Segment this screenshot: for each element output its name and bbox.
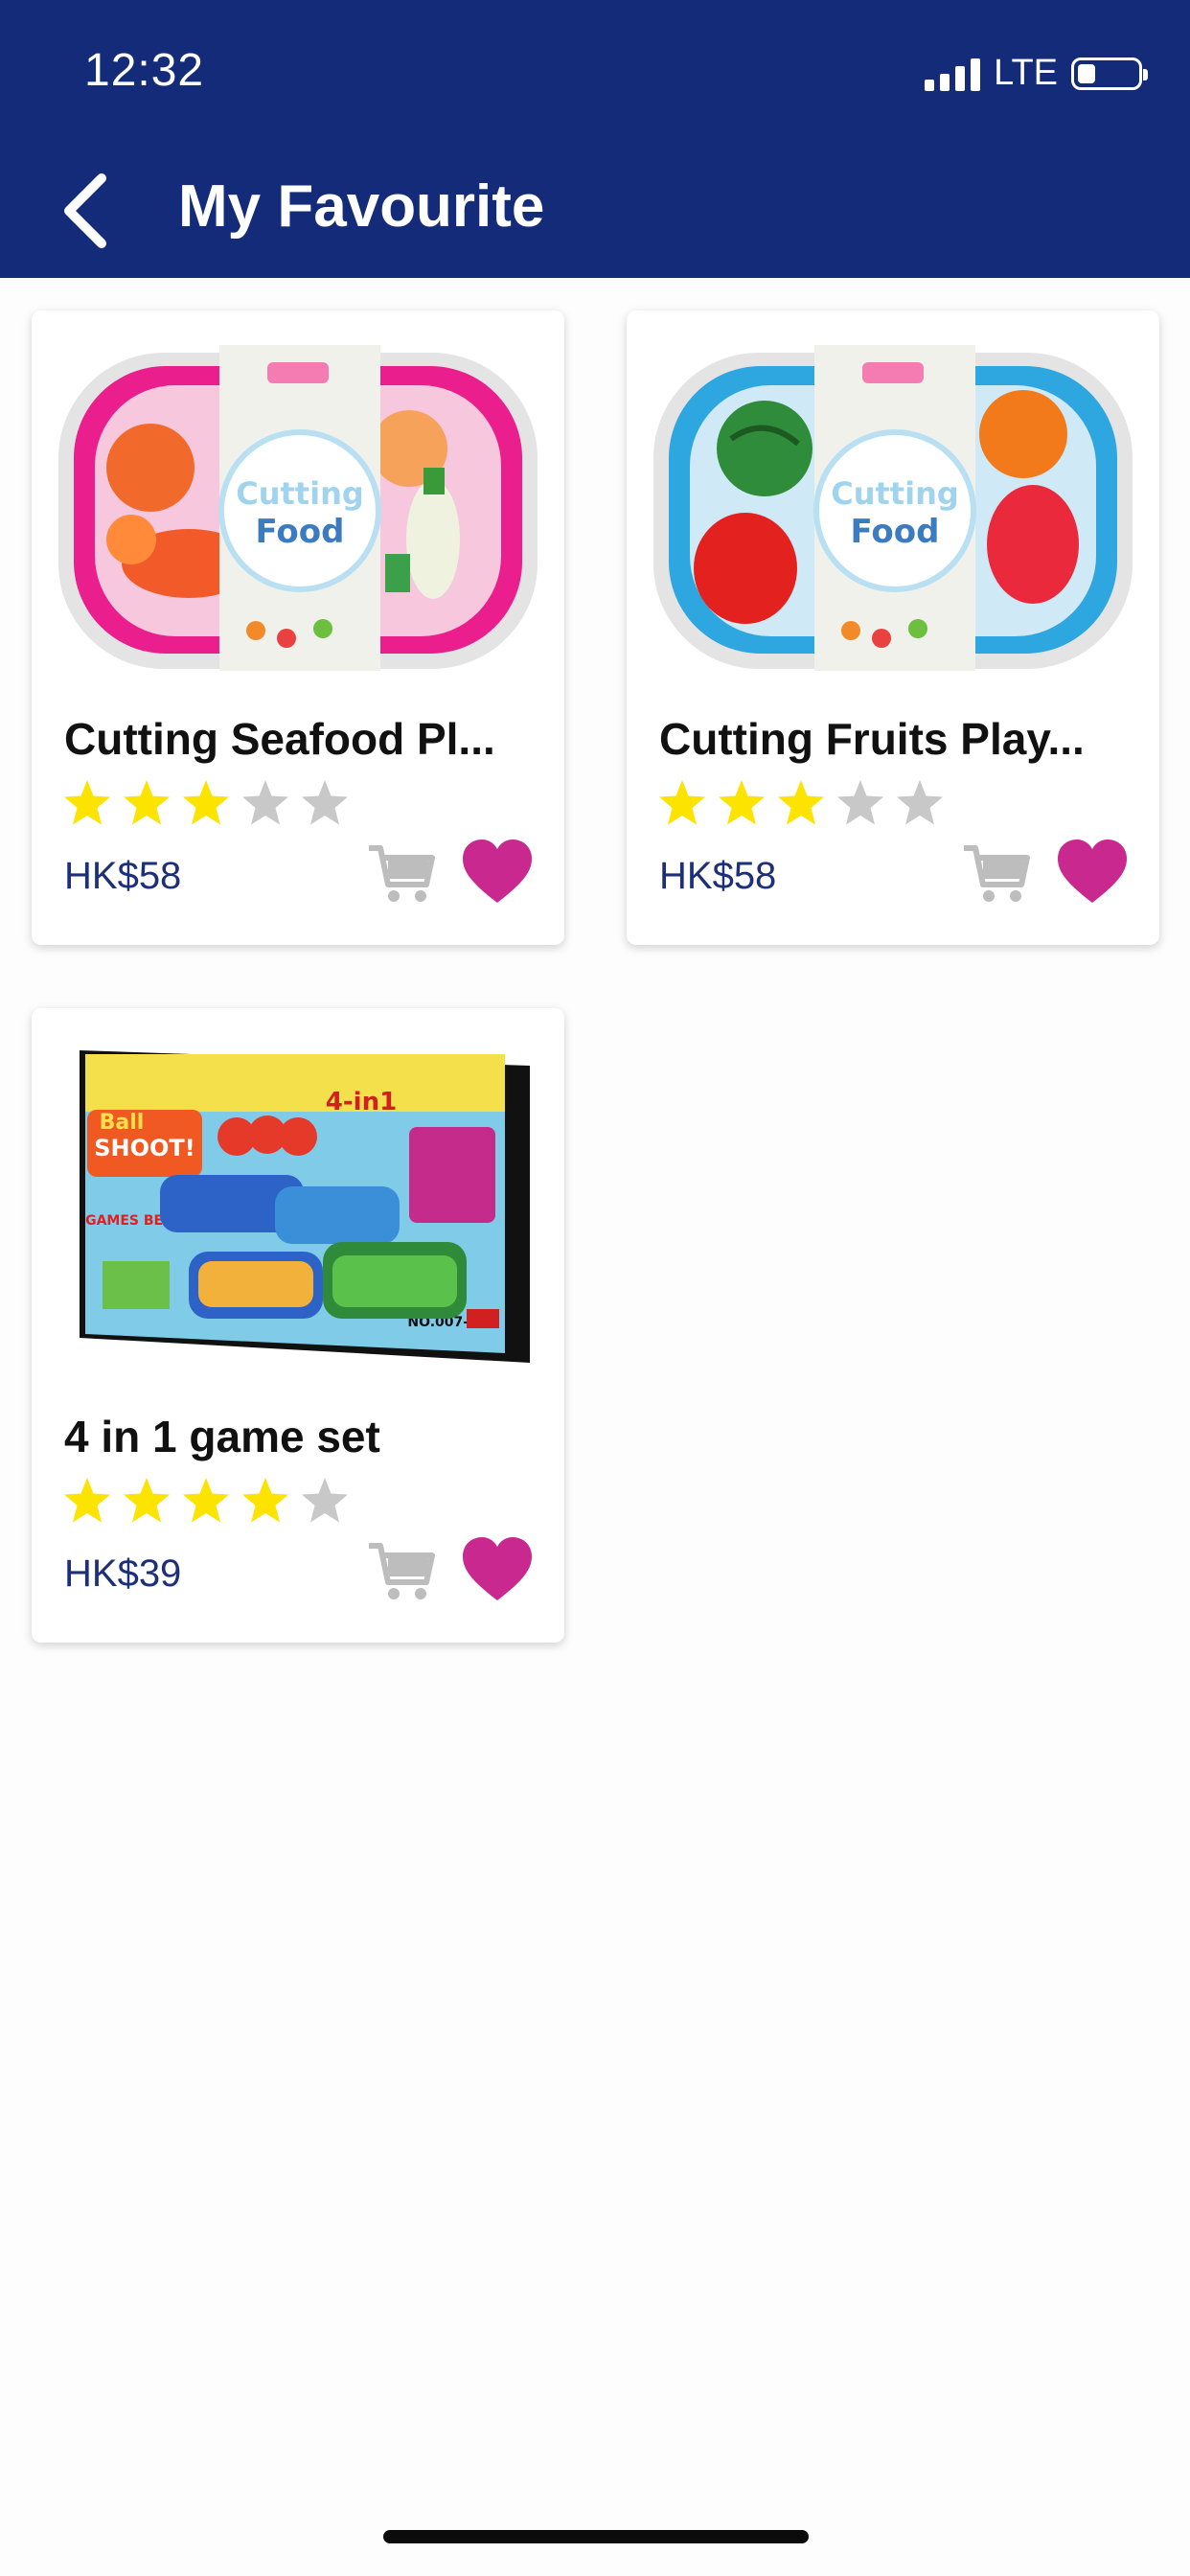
cart-icon — [369, 1543, 435, 1599]
star-filled-icon — [64, 1478, 110, 1523]
battery-icon — [1071, 57, 1148, 90]
star-filled-icon — [124, 780, 170, 825]
product-image-text: Food — [851, 513, 940, 551]
cart-icon — [369, 845, 435, 902]
signal-icon — [925, 57, 981, 91]
product-price: HK$39 — [64, 1552, 182, 1595]
star-filled-icon — [64, 780, 110, 825]
chevron-left-icon — [64, 173, 106, 248]
add-to-cart-button[interactable] — [367, 1540, 436, 1603]
heart-icon — [463, 1537, 532, 1600]
add-to-cart-button[interactable] — [367, 842, 436, 906]
back-button[interactable] — [46, 163, 123, 259]
cart-icon — [964, 845, 1030, 902]
app-header: 12:32 LTE My Favourite — [0, 0, 1190, 278]
favourite-button[interactable] — [461, 838, 534, 907]
add-to-cart-button[interactable] — [962, 842, 1031, 906]
favourite-button[interactable] — [461, 1535, 534, 1604]
product-card-4in1-game-set[interactable]: Ball SHOOT! 4-in1 GAMES BEGIN! NO.007-17… — [32, 1008, 564, 1643]
product-image-text: 4-in1 — [326, 1088, 397, 1116]
rating-stars — [62, 778, 350, 828]
product-image-text: Cutting — [831, 475, 959, 512]
star-empty-icon — [242, 780, 288, 825]
product-name[interactable]: Cutting Seafood Pl... — [64, 713, 543, 765]
status-time: 12:32 — [84, 45, 205, 96]
star-empty-icon — [837, 780, 883, 825]
star-filled-icon — [183, 780, 229, 825]
product-image[interactable]: Cutting Food — [45, 324, 551, 688]
network-label: LTE — [994, 53, 1058, 93]
product-image-text: Cutting — [236, 475, 364, 512]
home-indicator[interactable] — [383, 2530, 809, 2543]
heart-icon — [1058, 840, 1127, 903]
star-empty-icon — [897, 780, 943, 825]
favourites-screen: 12:32 LTE My Favourite Cutting Food Cutt… — [0, 0, 1190, 2576]
product-name[interactable]: 4 in 1 game set — [64, 1411, 543, 1462]
heart-icon — [463, 840, 532, 903]
favourite-button[interactable] — [1056, 838, 1129, 907]
product-name[interactable]: Cutting Fruits Play... — [659, 713, 1138, 765]
star-filled-icon — [242, 1478, 288, 1523]
star-filled-icon — [124, 1478, 170, 1523]
star-filled-icon — [778, 780, 824, 825]
star-filled-icon — [719, 780, 765, 825]
product-image-text: Food — [256, 513, 345, 551]
rating-stars — [62, 1476, 350, 1526]
product-price: HK$58 — [64, 855, 182, 897]
product-image-text: Ball — [100, 1111, 145, 1135]
product-image[interactable]: Ball SHOOT! 4-in1 GAMES BEGIN! NO.007-17 — [45, 1022, 551, 1386]
product-price: HK$58 — [659, 855, 777, 897]
star-empty-icon — [302, 780, 348, 825]
status-indicators: LTE — [925, 53, 1148, 94]
product-image-text: SHOOT! — [94, 1135, 195, 1162]
product-card-cutting-fruits[interactable]: Cutting Food Cutting Fruits Play... HK$5… — [627, 310, 1159, 945]
star-filled-icon — [183, 1478, 229, 1523]
star-empty-icon — [302, 1478, 348, 1523]
rating-stars — [657, 778, 945, 828]
product-card-cutting-seafood[interactable]: Cutting Food Cutting Seafood Pl... HK$58 — [32, 310, 564, 945]
product-image[interactable]: Cutting Food — [640, 324, 1146, 688]
star-filled-icon — [659, 780, 705, 825]
page-title: My Favourite — [178, 173, 545, 240]
